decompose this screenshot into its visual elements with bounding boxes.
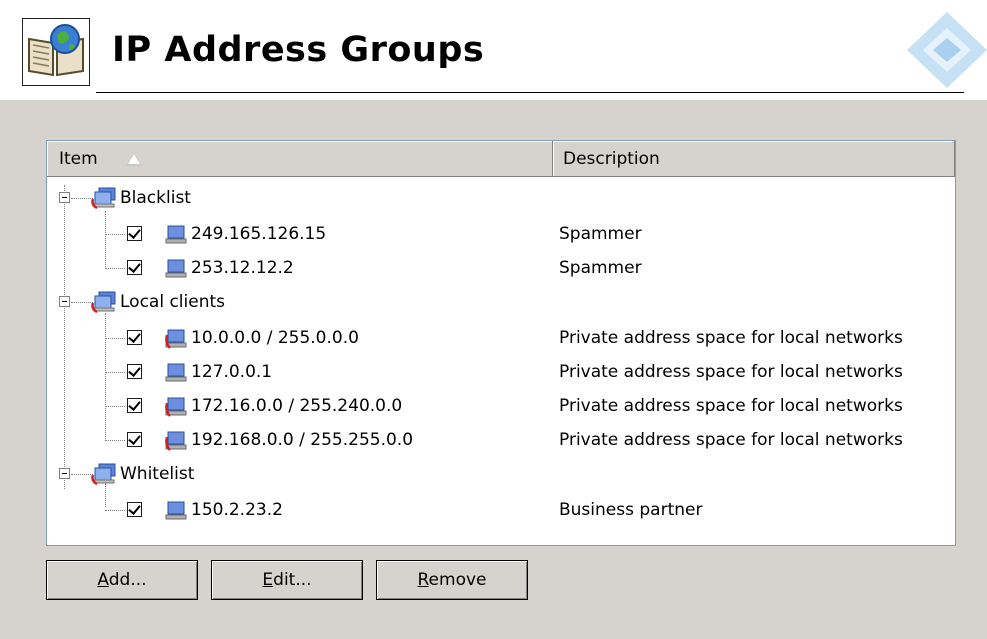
ip-group-icon	[91, 463, 116, 485]
column-header-item[interactable]: Item	[47, 141, 553, 177]
computer-icon	[165, 259, 187, 278]
tree-connector	[105, 338, 125, 339]
title-divider	[96, 92, 964, 93]
add-button-label: dd...	[108, 570, 147, 590]
entry-checkbox[interactable]	[127, 364, 142, 379]
ip-address-label: 10.0.0.0 / 255.0.0.0	[191, 328, 359, 348]
group-label-blacklist: Blacklist	[120, 188, 191, 208]
add-button-mnemonic: A	[97, 570, 109, 590]
ip-address-label: 127.0.0.1	[191, 362, 273, 382]
edit-button[interactable]: Edit...	[211, 560, 363, 600]
edit-button-label: dit...	[273, 570, 312, 590]
ip-entry-row[interactable]: 150.2.23.2 Business partner	[47, 493, 953, 527]
group-label-whitelist: Whitelist	[120, 464, 195, 484]
collapse-toggle-icon[interactable]	[59, 296, 70, 307]
tree-connector	[105, 234, 125, 235]
network-range-icon	[165, 397, 187, 417]
tree-connector	[105, 372, 125, 373]
entry-description: Business partner	[559, 500, 703, 520]
column-header-description[interactable]: Description	[553, 141, 955, 177]
tree-connector	[71, 198, 93, 199]
entry-checkbox[interactable]	[127, 502, 142, 517]
sort-ascending-icon	[126, 152, 142, 166]
entry-checkbox[interactable]	[127, 226, 142, 241]
ip-entry-row[interactable]: 253.12.12.2 Spammer	[47, 251, 953, 285]
tree-connector	[71, 302, 93, 303]
remove-button-label: emove	[428, 570, 487, 590]
header-banner: IP Address Groups	[0, 0, 987, 100]
book-globe-icon	[22, 18, 90, 86]
network-range-icon	[165, 431, 187, 451]
entry-checkbox[interactable]	[127, 330, 142, 345]
entry-checkbox[interactable]	[127, 398, 142, 413]
computer-icon	[165, 225, 187, 244]
ip-address-label: 253.12.12.2	[191, 258, 294, 278]
tree-connector	[71, 474, 93, 475]
tree-connector	[105, 406, 125, 407]
ip-entry-row[interactable]: 10.0.0.0 / 255.0.0.0 Private address spa…	[47, 321, 953, 355]
ip-entry-row[interactable]: 127.0.0.1 Private address space for loca…	[47, 355, 953, 389]
entry-description: Private address space for local networks	[559, 396, 903, 416]
page-title: IP Address Groups	[112, 30, 485, 70]
tree-connector	[105, 510, 125, 511]
remove-button-mnemonic: R	[417, 570, 429, 590]
collapse-toggle-icon[interactable]	[59, 192, 70, 203]
ip-address-label: 192.168.0.0 / 255.255.0.0	[191, 430, 414, 450]
network-range-icon	[165, 329, 187, 349]
ip-address-label: 150.2.23.2	[191, 500, 283, 520]
tree-group-row[interactable]: Local clients	[47, 285, 953, 319]
ip-group-icon	[91, 291, 116, 313]
remove-button[interactable]: Remove	[376, 560, 528, 600]
ip-groups-tree[interactable]: Item Description Blacklist 249.165.126.1…	[46, 140, 956, 546]
entry-description: Spammer	[559, 258, 642, 278]
entry-description: Private address space for local networks	[559, 430, 903, 450]
ip-entry-row[interactable]: 172.16.0.0 / 255.240.0.0 Private address…	[47, 389, 953, 423]
edit-button-mnemonic: E	[262, 570, 274, 590]
add-button[interactable]: Add...	[46, 560, 198, 600]
tree-connector	[105, 268, 125, 269]
ip-group-icon	[91, 187, 116, 209]
entry-description: Private address space for local networks	[559, 362, 903, 382]
collapse-toggle-icon[interactable]	[59, 468, 70, 479]
ip-entry-row[interactable]: 249.165.126.15 Spammer	[47, 217, 953, 251]
entry-description: Spammer	[559, 224, 642, 244]
computer-icon	[165, 363, 187, 382]
entry-description: Private address space for local networks	[559, 328, 903, 348]
ip-address-label: 172.16.0.0 / 255.240.0.0	[191, 396, 403, 416]
group-label-local-clients: Local clients	[120, 292, 226, 312]
entry-checkbox[interactable]	[127, 260, 142, 275]
ip-entry-row[interactable]: 192.168.0.0 / 255.255.0.0 Private addres…	[47, 423, 953, 457]
brand-logo	[877, 0, 987, 100]
tree-group-row[interactable]: Blacklist	[47, 181, 953, 215]
computer-icon	[165, 501, 187, 520]
tree-connector	[105, 440, 125, 441]
entry-checkbox[interactable]	[127, 432, 142, 447]
column-header-description-label: Description	[563, 149, 660, 169]
column-header-item-label: Item	[59, 149, 98, 169]
ip-address-label: 249.165.126.15	[191, 224, 327, 244]
tree-group-row[interactable]: Whitelist	[47, 457, 953, 491]
